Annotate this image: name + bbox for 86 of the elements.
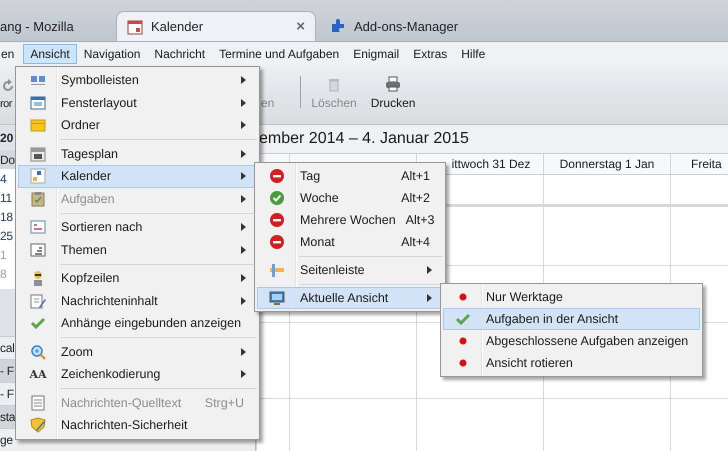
browser-tab[interactable]: Add-ons-Manager — [320, 11, 520, 41]
menu-item[interactable]: Kopfzeilen — [18, 267, 257, 290]
menubar-item[interactable]: Extras — [406, 44, 454, 64]
day-number[interactable]: 11 — [0, 190, 12, 204]
sidebar-icon — [269, 262, 285, 278]
menu-item[interactable]: Monat Alt+4 — [257, 231, 443, 253]
submenu-arrow-icon — [241, 150, 246, 158]
window-layout-icon — [30, 94, 46, 111]
calendar-grid-icon — [30, 168, 46, 184]
menubar-item[interactable]: Enigmail — [346, 44, 406, 64]
weekday-label: Do — [0, 152, 15, 166]
menubar-item[interactable]: Ansicht — [23, 44, 77, 64]
menubar-item[interactable]: Termine und Aufgaben — [212, 44, 346, 64]
menu-item[interactable]: Ordner — [18, 114, 257, 136]
list-item[interactable]: sta — [0, 410, 16, 424]
submenu-arrow-icon — [241, 194, 246, 203]
submenu-arrow-icon — [241, 98, 246, 107]
browser-tab[interactable]: Kalender × — [116, 11, 316, 41]
submenu-arrow-icon — [241, 348, 246, 356]
menu-item[interactable]: Mehrere Wochen Alt+3 — [257, 209, 443, 231]
menu-item[interactable]: Nur Werktage — [443, 286, 700, 308]
menu-item[interactable]: AA Zeichenkodierung — [18, 363, 257, 386]
menu-item[interactable]: Themen — [18, 238, 257, 261]
day-column-header: ittwoch 31 Dez — [452, 157, 530, 171]
year-label: 20 — [0, 130, 14, 147]
notepad-icon — [30, 292, 46, 309]
menu-item[interactable]: Woche Alt+2 — [257, 187, 443, 209]
shield-pencil-icon — [30, 417, 46, 434]
menu-item[interactable]: Abgeschlossene Aufgaben anzeigen — [443, 330, 700, 352]
menu-item[interactable]: Nachrichten-Sicherheit — [18, 414, 257, 436]
submenu-arrow-icon — [241, 121, 246, 130]
submenu-arrow-icon — [427, 266, 432, 274]
shortcut-label: Alt+2 — [401, 191, 430, 205]
toolbar-button[interactable]: Drucken — [366, 76, 420, 110]
list-item[interactable]: - F — [0, 364, 14, 378]
monitor-icon — [269, 290, 285, 306]
shortcut-label: Alt+3 — [406, 213, 434, 227]
folder-icon — [30, 117, 46, 134]
shortcut-label: Alt+1 — [401, 169, 430, 183]
menu-item[interactable]: Tagesplan — [18, 142, 257, 165]
menubar-item[interactable]: Hilfe — [454, 44, 492, 64]
clipboard-icon — [30, 190, 46, 207]
menu-item[interactable]: Sortieren nach — [18, 216, 257, 238]
font-glyph-icon: AA — [29, 368, 47, 381]
day-column-header: Freita — [691, 157, 722, 171]
submenu-arrow-icon — [241, 274, 246, 282]
day-number[interactable]: 4 — [0, 172, 6, 186]
submenu-arrow-icon — [241, 246, 246, 254]
submenu-arrow-icon — [241, 76, 246, 84]
puzzle-icon — [330, 18, 346, 34]
menu-item[interactable]: Tag Alt+1 — [257, 165, 443, 187]
refresh-icon — [0, 78, 16, 94]
shortcut-label: Strg+U — [204, 396, 244, 410]
menubar-item[interactable]: Nachricht — [147, 44, 212, 64]
day-number[interactable]: 18 — [0, 210, 13, 224]
menu-item[interactable]: Anhänge eingebunden anzeigen — [18, 312, 257, 334]
printer-icon — [385, 76, 402, 92]
calendar-icon — [127, 18, 143, 34]
list-item[interactable]: cal — [0, 341, 14, 355]
menu-item[interactable]: Kalender — [18, 165, 257, 188]
list-item[interactable]: - F — [0, 387, 14, 401]
day-number[interactable]: 25 — [0, 228, 13, 242]
calendar-icon — [30, 146, 46, 162]
submenu-arrow-icon — [427, 294, 432, 302]
shortcut-label: Alt+4 — [401, 235, 430, 249]
submenu-arrow-icon — [241, 172, 246, 180]
list-item[interactable]: ge — [0, 433, 13, 447]
day-column-header: Donnerstag 1 Jan — [560, 157, 654, 171]
menubar-item[interactable]: en — [0, 44, 22, 64]
sort-icon — [30, 219, 46, 236]
themes-icon — [30, 242, 46, 258]
menu-item[interactable]: Ansicht rotieren — [443, 352, 700, 374]
submenu-arrow-icon — [241, 223, 246, 232]
menu-item[interactable]: Seitenleiste — [257, 259, 443, 281]
zoom-icon — [30, 344, 46, 360]
menu-item[interactable]: Nachrichteninhalt — [18, 290, 257, 312]
menu-item[interactable]: Aufgaben in der Ansicht — [443, 308, 700, 330]
menubar-item[interactable]: Navigation — [76, 44, 148, 64]
close-tab-button[interactable]: × — [296, 18, 305, 35]
submenu-arrow-icon — [241, 370, 246, 378]
browser-tab[interactable]: ang - Mozilla — [0, 11, 112, 41]
menu-item[interactable]: Zoom — [18, 340, 257, 363]
menu-item[interactable]: Aktuelle Ansicht — [257, 287, 443, 309]
submenu-arrow-icon — [241, 296, 246, 305]
date-range-title: ember 2014 – 4. Januar 2015 — [259, 130, 469, 148]
document-icon — [30, 394, 46, 411]
